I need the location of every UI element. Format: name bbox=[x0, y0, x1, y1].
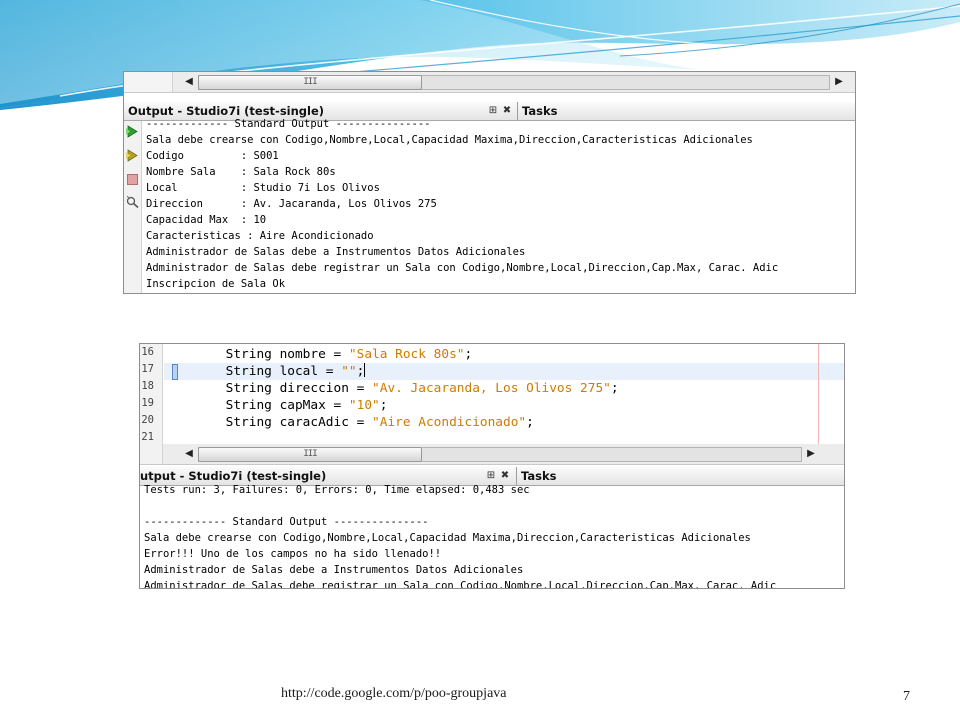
console-line: ------------- Standard Output ----------… bbox=[144, 516, 429, 528]
editor-gutter-stub bbox=[124, 72, 173, 92]
line-number: 21 bbox=[141, 431, 154, 443]
console-line: Sala debe crearse con Codigo,Nombre,Loca… bbox=[146, 134, 753, 146]
console-line: Caracteristicas : Aire Acondicionado bbox=[146, 230, 374, 242]
string-literal: "10" bbox=[348, 398, 380, 413]
line-number: 17 bbox=[141, 363, 154, 375]
stop-icon[interactable] bbox=[126, 173, 139, 186]
console-line: Administrador de Salas debe a Instrument… bbox=[146, 246, 526, 258]
footer-url-link[interactable]: http://code.google.com/p/poo-groupjava bbox=[281, 686, 507, 702]
scroll-grip: III bbox=[303, 449, 317, 459]
current-line-marker-icon bbox=[172, 364, 178, 380]
netbeans-editor-output-screenshot-bottom: 16 17 18 19 20 21 String nombre = "Sala Rock … bbox=[139, 343, 845, 589]
code-text: String capMax = bbox=[164, 398, 349, 413]
console-line: Direccion : Av. Jacaranda, Los Olivos 27… bbox=[146, 198, 437, 210]
scroll-left-arrow-icon[interactable]: ◀ bbox=[182, 447, 196, 461]
scroll-thumb[interactable]: III bbox=[198, 75, 422, 90]
code-text: ; bbox=[379, 398, 388, 413]
output-side-toolbar bbox=[124, 121, 142, 293]
code-text: String caracAdic = bbox=[164, 415, 373, 430]
code-text: ; bbox=[464, 347, 473, 362]
scroll-thumb[interactable]: III bbox=[198, 447, 422, 462]
string-literal: "Aire Acondicionado" bbox=[372, 415, 527, 430]
code-line[interactable]: String caracAdic = "Aire Acondicionado"; bbox=[164, 414, 844, 431]
string-literal: "Sala Rock 80s" bbox=[348, 347, 465, 362]
page-number: 7 bbox=[903, 689, 910, 704]
console-line: Administrador de Salas debe registrar un… bbox=[146, 262, 779, 274]
console-line: Administrador de Salas debe registrar un… bbox=[144, 580, 777, 589]
console-line: Sala debe crearse con Codigo,Nombre,Loca… bbox=[144, 532, 751, 544]
output-console-bottom: Tests run: 3, Failures: 0, Errors: 0, Ti… bbox=[140, 482, 844, 588]
console-line: ------------- Standard Output ----------… bbox=[146, 118, 431, 130]
netbeans-output-screenshot-top: ◀ III ▶ Output - Studio7i (test-single) … bbox=[123, 71, 856, 294]
string-literal: "" bbox=[341, 364, 357, 379]
horizontal-scrollbar[interactable]: ◀ III ▶ bbox=[140, 444, 844, 465]
scroll-left-arrow-icon[interactable]: ◀ bbox=[182, 75, 196, 89]
code-text: String nombre = bbox=[164, 347, 349, 362]
rerun-failed-icon[interactable] bbox=[126, 149, 139, 162]
horizontal-scrollbar[interactable]: ◀ III ▶ bbox=[124, 72, 855, 93]
right-margin-guide bbox=[818, 344, 819, 444]
console-line: Tests run: 3, Failures: 0, Errors: 0, Ti… bbox=[144, 484, 530, 496]
string-literal: "Av. Jacaranda, Los Olivos 275" bbox=[372, 381, 611, 396]
code-text: ; bbox=[610, 381, 619, 396]
scroll-right-arrow-icon[interactable]: ▶ bbox=[832, 75, 846, 89]
editor-gutter-stub bbox=[140, 444, 163, 464]
code-text: String direccion = bbox=[164, 381, 373, 396]
code-line[interactable]: String direccion = "Av. Jacaranda, Los O… bbox=[164, 380, 844, 397]
line-number: 18 bbox=[141, 380, 154, 392]
line-number: 16 bbox=[141, 346, 154, 358]
code-editor[interactable]: 16 17 18 19 20 21 String nombre = "Sala Rock … bbox=[140, 344, 844, 444]
console-line: Capacidad Max : 10 bbox=[146, 214, 267, 226]
console-line: Nombre Sala : Sala Rock 80s bbox=[146, 166, 336, 178]
code-line[interactable]: String local = ""; bbox=[164, 363, 844, 380]
scroll-right-arrow-icon[interactable]: ▶ bbox=[804, 447, 818, 461]
rerun-icon[interactable] bbox=[126, 125, 139, 138]
output-console-top: ------------- Standard Output ----------… bbox=[142, 116, 855, 293]
code-text: ; bbox=[356, 364, 365, 379]
code-line[interactable]: String nombre = "Sala Rock 80s"; bbox=[164, 346, 844, 363]
code-text: String local = bbox=[164, 364, 342, 379]
line-number: 20 bbox=[141, 414, 154, 426]
console-line: Error!!! Uno de los campos no ha sido ll… bbox=[144, 548, 442, 560]
code-text: ; bbox=[526, 415, 534, 430]
line-number-gutter: 16 17 18 19 20 21 bbox=[140, 344, 163, 444]
console-line: Administrador de Salas debe a Instrument… bbox=[144, 564, 524, 576]
text-caret bbox=[364, 363, 366, 377]
line-number: 19 bbox=[141, 397, 154, 409]
settings-icon[interactable] bbox=[126, 195, 139, 208]
code-line[interactable]: String capMax = "10"; bbox=[164, 397, 844, 414]
console-line: Codigo : S001 bbox=[146, 150, 279, 162]
scroll-grip: III bbox=[303, 77, 317, 87]
console-line: Local : Studio 7i Los Olivos bbox=[146, 182, 380, 194]
console-line: Inscripcion de Sala Ok bbox=[146, 278, 286, 290]
